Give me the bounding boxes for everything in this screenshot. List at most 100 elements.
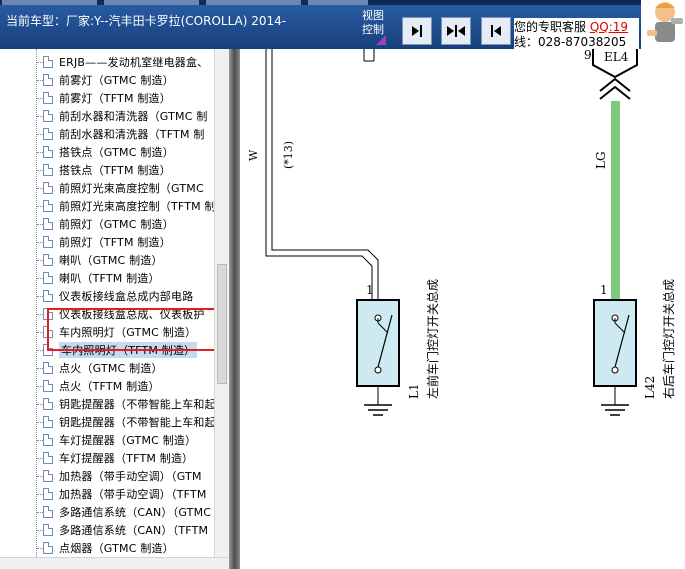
- tree-item[interactable]: 前刮水器和清洗器（GTMC 制: [37, 107, 217, 125]
- phone-label: 线：028-87038205: [514, 35, 627, 49]
- document-icon: [43, 452, 53, 464]
- document-icon: [43, 398, 53, 410]
- tree-item-label: 喇叭（GTMC 制造）: [59, 254, 163, 267]
- document-icon: [43, 434, 53, 446]
- tree-item-label: ERJB——发动机室继电器盒、: [59, 56, 209, 69]
- document-icon: [43, 506, 53, 518]
- top-tab-strip: [0, 0, 685, 5]
- tree-item[interactable]: 前照灯光束高度控制（TFTM 制: [37, 197, 217, 215]
- top-tab[interactable]: [104, 0, 199, 5]
- document-icon: [43, 110, 53, 122]
- tree-item[interactable]: 车灯提醒器（GTMC 制造）: [37, 431, 217, 449]
- right-component-name: 右后车门控灯开关总成: [661, 279, 676, 399]
- document-icon: [43, 146, 53, 158]
- tree-item-label: 车灯提醒器（GTMC 制造）: [59, 434, 197, 447]
- scrollbar-thumb[interactable]: [217, 264, 227, 384]
- tree-item[interactable]: 多路通信系统（CAN）（GTMC: [37, 503, 217, 521]
- connector-pin-number: 9: [584, 49, 592, 62]
- tree-item[interactable]: 前雾灯（GTMC 制造）: [37, 71, 217, 89]
- document-icon: [43, 362, 53, 374]
- document-icon: [43, 542, 53, 554]
- document-icon: [43, 236, 53, 248]
- connector-label: EL4: [604, 50, 629, 64]
- document-icon: [43, 56, 53, 68]
- document-icon: [43, 272, 53, 284]
- left-wire-note: (*13): [282, 141, 295, 169]
- tree-item-label: 前照灯（TFTM 制造）: [59, 236, 171, 249]
- left-wire-color: W: [247, 149, 260, 161]
- tree-item[interactable]: 钥匙提醒器（不带智能上车和起: [37, 395, 217, 413]
- right-pin-number: 1: [600, 283, 608, 297]
- left-component-name: 左前车门控灯开关总成: [425, 279, 440, 399]
- document-icon: [43, 182, 53, 194]
- view-control-corner-icon: [376, 35, 386, 45]
- tree-item[interactable]: 加热器（带手动空调）（GTM: [37, 467, 217, 485]
- tree-item-label: 加热器（带手动空调）（GTM: [59, 470, 202, 483]
- tree-item[interactable]: 车灯提醒器（TFTM 制造）: [37, 449, 217, 467]
- tree-item-label: 前照灯（GTMC 制造）: [59, 218, 174, 231]
- collapse-both-button[interactable]: [441, 17, 471, 45]
- tree-item[interactable]: 喇叭（GTMC 制造）: [37, 251, 217, 269]
- tree-item[interactable]: 点火（TFTM 制造）: [37, 377, 217, 395]
- document-icon: [43, 524, 53, 536]
- arrow-left-bar-icon: [491, 25, 501, 37]
- green-wire: [611, 101, 620, 301]
- document-tree: ERJB——发动机室继电器盒、 前雾灯（GTMC 制造） 前雾灯（TFTM 制造） 前…: [0, 49, 229, 569]
- tree-item-label: 点火（GTMC 制造）: [59, 362, 163, 375]
- expand-right-button[interactable]: [402, 17, 432, 45]
- tree-vertical-scrollbar[interactable]: [214, 49, 229, 569]
- right-wire-color: LG: [594, 151, 608, 169]
- left-pin-number: 1: [366, 283, 374, 297]
- document-icon: [43, 470, 53, 482]
- header-bar: 当前车型：厂家:Y--汽丰田卡罗拉(COROLLA) 2014- 视图 控制 您…: [0, 0, 685, 49]
- left-wire: [265, 49, 379, 300]
- tree-item[interactable]: 点火（GTMC 制造）: [37, 359, 217, 377]
- document-icon: [43, 416, 53, 428]
- document-icon: [43, 164, 53, 176]
- tree-item[interactable]: 前雾灯（TFTM 制造）: [37, 89, 217, 107]
- document-icon: [43, 128, 53, 140]
- tree-item[interactable]: 加热器（带手动空调）（TFTM: [37, 485, 217, 503]
- left-component-id: L1: [407, 383, 421, 399]
- top-tab[interactable]: [206, 0, 301, 5]
- tree-item[interactable]: 前照灯光束高度控制（GTMC: [37, 179, 217, 197]
- tree-item-label: 喇叭（TFTM 制造）: [59, 272, 160, 285]
- tree-item-label: 前雾灯（GTMC 制造）: [59, 74, 174, 87]
- document-icon: [43, 218, 53, 230]
- current-car-model: 当前车型：厂家:Y--汽丰田卡罗拉(COROLLA) 2014-: [6, 14, 287, 28]
- view-control[interactable]: 视图 控制: [362, 9, 394, 45]
- tree-item-label: 点火（TFTM 制造）: [59, 380, 160, 393]
- document-icon: [43, 200, 53, 212]
- tree-item[interactable]: 前照灯（GTMC 制造）: [37, 215, 217, 233]
- tree-item-label: 搭铁点（GTMC 制造）: [59, 146, 174, 159]
- tree-item[interactable]: 点烟器（GTMC 制造）: [37, 539, 217, 557]
- tree-item-label: 前照灯光束高度控制（TFTM 制: [59, 200, 216, 213]
- document-icon: [43, 254, 53, 266]
- right-component-id: L42: [643, 376, 657, 399]
- tree-item[interactable]: 喇叭（TFTM 制造）: [37, 269, 217, 287]
- qq-link[interactable]: QQ:19: [590, 20, 628, 34]
- tree-item[interactable]: 钥匙提醒器（不带智能上车和起: [37, 413, 217, 431]
- tree-item[interactable]: ERJB——发动机室继电器盒、: [37, 53, 217, 71]
- mascot-icon: [641, 0, 685, 49]
- service-label: 您的专职客服: [514, 20, 587, 34]
- document-icon: [43, 488, 53, 500]
- wiring-diagram: W (*13) 1 L1 左前车门控灯开关总成 9 EL4 LG 1 L42 右…: [240, 49, 685, 569]
- tree-horizontal-scrollbar[interactable]: [0, 557, 229, 569]
- top-tab[interactable]: [308, 0, 368, 5]
- tree-item-label: 前刮水器和清洗器（GTMC 制: [59, 110, 208, 123]
- tree-item-label: 车灯提醒器（TFTM 制造）: [59, 452, 194, 465]
- tree-item-label: 前照灯光束高度控制（GTMC: [59, 182, 204, 195]
- tree-item[interactable]: 多路通信系统（CAN）（TFTM: [37, 521, 217, 539]
- tree-item[interactable]: 前刮水器和清洗器（TFTM 制: [37, 125, 217, 143]
- tree-item[interactable]: 搭铁点（TFTM 制造）: [37, 161, 217, 179]
- panel-splitter[interactable]: [229, 49, 240, 569]
- tree-item[interactable]: 搭铁点（GTMC 制造）: [37, 143, 217, 161]
- tree-item[interactable]: 前照灯（TFTM 制造）: [37, 233, 217, 251]
- arrows-inward-icon: [447, 25, 465, 37]
- document-icon: [43, 92, 53, 104]
- expand-left-button[interactable]: [481, 17, 511, 45]
- top-tab[interactable]: [2, 0, 97, 5]
- left-switch-symbol: [356, 299, 400, 416]
- tree-item[interactable]: 仪表板接线盒总成内部电路: [37, 287, 217, 305]
